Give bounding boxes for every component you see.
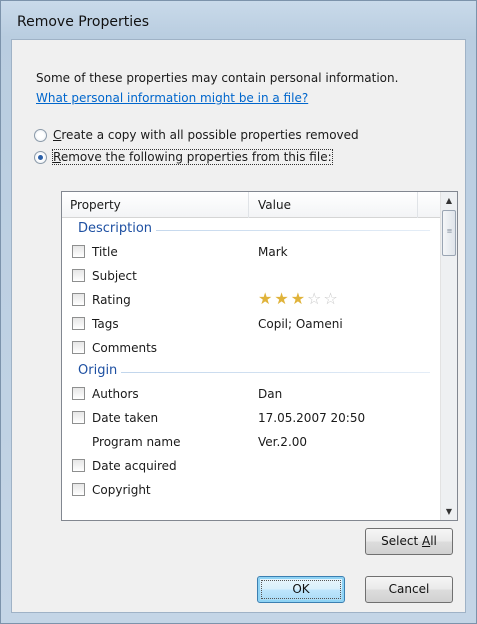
checkbox[interactable] — [72, 411, 85, 424]
property-name: Subject — [92, 269, 137, 283]
scrollbar-thumb[interactable]: ≡ — [442, 210, 456, 256]
list-rows: Description Title Mark Subject Rating ★ … — [62, 218, 442, 502]
select-all-button[interactable]: Select All — [365, 528, 453, 555]
property-name: Program name — [92, 435, 181, 449]
list-item-copyright[interactable]: Copyright — [62, 478, 442, 502]
group-heading-description: Description — [62, 218, 442, 240]
create-copy-option[interactable]: Create a copy with all possible properti… — [34, 128, 359, 142]
star-icon[interactable]: ☆ — [323, 291, 337, 307]
property-name: Rating — [92, 293, 131, 307]
list-item-authors[interactable]: Authors Dan — [62, 382, 442, 406]
list-item-subject[interactable]: Subject — [62, 264, 442, 288]
property-value: Mark — [258, 245, 288, 259]
create-copy-label: Create a copy with all possible properti… — [53, 128, 359, 142]
remove-properties-label: Remove the following properties from thi… — [52, 149, 333, 165]
ok-button[interactable]: OK — [257, 576, 345, 603]
properties-list[interactable]: Property Value Description Title Mark Su… — [61, 191, 458, 521]
star-icon[interactable]: ★ — [258, 291, 272, 307]
star-icon[interactable]: ★ — [291, 291, 305, 307]
dialog-title: Remove Properties — [17, 14, 150, 30]
property-name: Date taken — [92, 411, 159, 425]
select-all-accesskey: A — [421, 534, 431, 548]
column-divider[interactable] — [417, 192, 418, 218]
create-copy-label-rest: reate a copy with all possible propertie… — [61, 128, 359, 142]
scroll-down-arrow-icon[interactable]: ▼ — [441, 503, 457, 520]
vertical-scrollbar[interactable]: ▲ ≡ ▼ — [440, 192, 457, 520]
remove-properties-dialog: Remove Properties Some of these properti… — [0, 0, 477, 624]
checkbox[interactable] — [72, 341, 85, 354]
property-value: Dan — [258, 387, 283, 401]
checkbox[interactable] — [72, 245, 85, 258]
rating-stars[interactable]: ★ ★ ★ ☆ ☆ — [258, 291, 338, 307]
checkbox[interactable] — [72, 483, 85, 496]
intro-text: Some of these properties may contain per… — [36, 71, 399, 85]
group-heading-label: Description — [78, 221, 157, 236]
select-all-label-prefix: Select — [381, 534, 422, 548]
property-value: Copil; Oameni — [258, 317, 343, 331]
list-item-tags[interactable]: Tags Copil; Oameni — [62, 312, 442, 336]
checkbox[interactable] — [72, 387, 85, 400]
property-name: Comments — [92, 341, 158, 355]
group-heading-origin: Origin — [62, 360, 442, 382]
intro-section: Some of these properties may contain per… — [36, 68, 456, 108]
scroll-up-arrow-icon[interactable]: ▲ — [441, 192, 457, 209]
remove-properties-label-rest: emove the following properties from this… — [60, 150, 332, 164]
list-item-date-acquired[interactable]: Date acquired — [62, 454, 442, 478]
column-header-property[interactable]: Property — [70, 198, 121, 212]
select-all-label-rest: ll — [430, 534, 437, 548]
list-item-comments[interactable]: Comments — [62, 336, 442, 360]
group-heading-label: Origin — [78, 363, 122, 378]
list-item-title[interactable]: Title Mark — [62, 240, 442, 264]
property-value: 17.05.2007 20:50 — [258, 411, 366, 425]
dialog-client-area: Some of these properties may contain per… — [11, 39, 466, 613]
list-item-program-name[interactable]: Program name Ver.2.00 — [62, 430, 442, 454]
list-header: Property Value — [62, 192, 442, 218]
checkbox[interactable] — [72, 269, 85, 282]
column-header-value[interactable]: Value — [258, 198, 291, 212]
checkbox[interactable] — [72, 317, 85, 330]
column-divider[interactable] — [248, 192, 249, 218]
list-item-date-taken[interactable]: Date taken 17.05.2007 20:50 — [62, 406, 442, 430]
cancel-button[interactable]: Cancel — [365, 576, 453, 603]
property-name: Copyright — [92, 483, 151, 497]
remove-properties-accesskey: R — [53, 150, 61, 164]
property-name: Authors — [92, 387, 139, 401]
star-icon[interactable]: ★ — [274, 291, 288, 307]
grip-icon: ≡ — [446, 227, 453, 235]
create-copy-radio[interactable] — [34, 128, 47, 142]
cancel-label: Cancel — [388, 582, 430, 596]
focus-rectangle — [261, 580, 341, 599]
checkbox[interactable] — [72, 293, 85, 306]
star-icon[interactable]: ☆ — [307, 291, 321, 307]
checkbox[interactable] — [72, 459, 85, 472]
property-name: Title — [92, 245, 118, 259]
property-name: Tags — [92, 317, 119, 331]
property-value: Ver.2.00 — [258, 435, 308, 449]
remove-properties-radio[interactable] — [34, 150, 47, 164]
personal-info-link[interactable]: What personal information might be in a … — [36, 88, 456, 108]
property-name: Date acquired — [92, 459, 177, 473]
list-item-rating[interactable]: Rating ★ ★ ★ ☆ ☆ — [62, 288, 442, 312]
remove-properties-option[interactable]: Remove the following properties from thi… — [34, 149, 333, 165]
